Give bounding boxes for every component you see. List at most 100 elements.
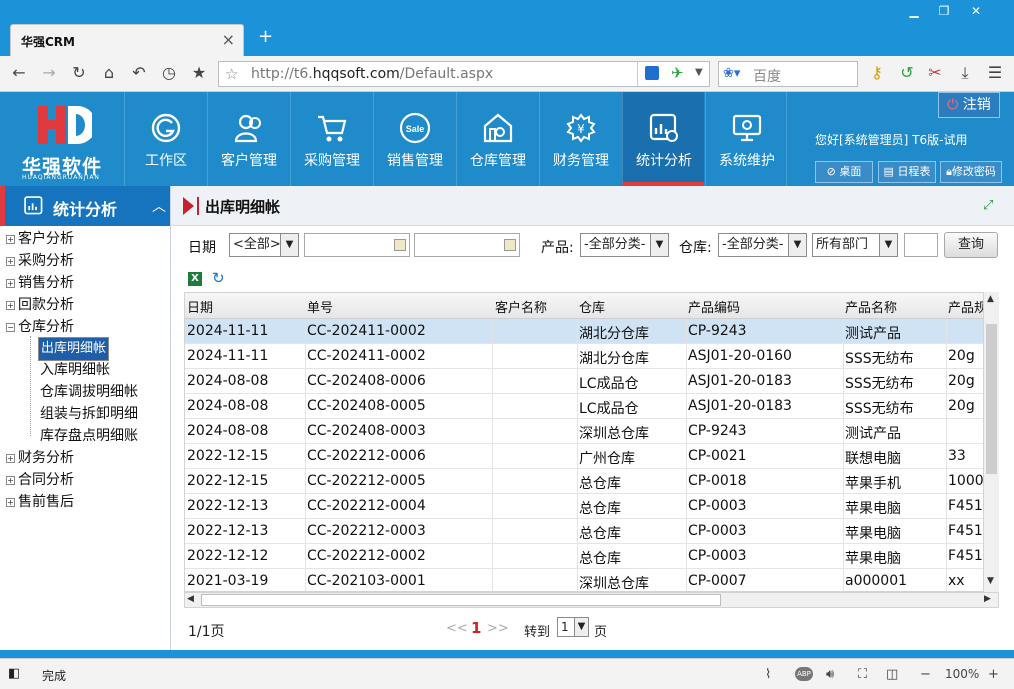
table-row[interactable]: 2024-08-08 CC-202408-0003 深圳总仓库 CP-9243 测试产品	[185, 419, 997, 444]
close-window-icon[interactable]: ✕	[962, 4, 990, 20]
new-tab-button[interactable]: +	[258, 26, 273, 47]
fullscreen-icon[interactable]: ⛶	[858, 667, 867, 682]
sidebar-item-assembly-detail[interactable]: 组装与拆卸明细	[40, 403, 138, 423]
sidebar-item-transfer-detail[interactable]: 仓库调拔明细帐	[40, 381, 138, 401]
nav-customers[interactable]: 客户管理	[207, 92, 289, 186]
table-row[interactable]: 2024-08-08 CC-202408-0006 LC成品仓 ASJ01-20-01…	[185, 369, 997, 394]
sidebar-header[interactable]: 统计分析 ︿	[0, 186, 170, 226]
table-row[interactable]: 2022-12-13 CC-202212-0003 总仓库 CP-0003 苹果电脑 F4…	[185, 519, 997, 544]
key-icon[interactable]: ⚷	[866, 62, 888, 84]
table-row[interactable]: 2022-12-12 CC-202212-0002 总仓库 CP-0003 苹果电脑 F4…	[185, 544, 997, 569]
keyword-input[interactable]	[904, 233, 938, 257]
horizontal-scrollbar[interactable]: ◀ ▶	[184, 592, 999, 608]
volume-icon[interactable]: 🔊︎	[826, 667, 834, 682]
sidebar-item-presales-aftersales[interactable]: + 售前售后	[6, 491, 74, 511]
start-date-input[interactable]	[304, 233, 410, 257]
fullscreen-icon[interactable]: ⤢	[983, 198, 993, 213]
nav-finance[interactable]: ¥ 财务管理	[539, 92, 621, 186]
table-row[interactable]: 2024-11-11 CC-202411-0002 湖北分仓库 ASJ01-20-01…	[185, 344, 997, 369]
sidebar-item-outbound-detail[interactable]: 出库明细帐	[38, 337, 110, 361]
undo-close-icon[interactable]: ↶	[128, 62, 150, 84]
hscroll-thumb[interactable]	[201, 594, 721, 606]
expand-icon[interactable]: +	[6, 301, 15, 310]
table-row[interactable]: 2022-12-15 CC-202212-0005 总仓库 CP-0018 苹果手机 10…	[185, 469, 997, 494]
browser-tab[interactable]: 华强CRM ×	[10, 24, 244, 56]
pulse-icon[interactable]: ⌇	[765, 667, 771, 682]
scroll-up-icon[interactable]: ▲	[987, 294, 994, 304]
column-header[interactable]: 单号	[307, 297, 333, 316]
address-dropdown-icon[interactable]: ▼	[695, 67, 703, 78]
favorite-star-icon[interactable]: ☆	[225, 65, 238, 83]
sidebar-item-purchase-analysis[interactable]: + 采购分析	[6, 250, 74, 270]
end-date-input[interactable]	[414, 233, 520, 257]
sidebar-item-stocktake-detail[interactable]: 库存盘点明细账	[40, 425, 138, 445]
extension-icon[interactable]: ✈	[671, 64, 684, 82]
back-icon[interactable]: ←	[8, 62, 30, 84]
nav-warehouse[interactable]: 仓库管理	[456, 92, 538, 186]
logout-button[interactable]: ⏻ 注销	[938, 92, 1000, 118]
adblock-icon[interactable]: ABP	[795, 667, 813, 681]
change-password-button[interactable]: 🔒︎修改密码	[940, 161, 1002, 183]
goto-page-select[interactable]: 1 ▼	[557, 617, 589, 637]
sidebar-item-contract-analysis[interactable]: + 合同分析	[6, 469, 74, 489]
restore-icon[interactable]: ❐	[930, 4, 958, 20]
calendar-icon[interactable]	[504, 239, 516, 251]
nav-purchasing[interactable]: 采购管理	[290, 92, 372, 186]
scroll-down-icon[interactable]: ▼	[987, 576, 994, 586]
nav-statistics[interactable]: 统计分析	[622, 92, 704, 186]
zoom-in-icon[interactable]: +	[988, 667, 999, 682]
reload-icon[interactable]: ↻	[68, 62, 90, 84]
scroll-right-icon[interactable]: ▶	[984, 594, 991, 604]
address-bar[interactable]: ☆ http://t6.hqqsoft.com/Default.aspx ✈ ▼	[218, 61, 710, 87]
baidu-paw-icon[interactable]: ❀▾	[723, 66, 740, 81]
column-header[interactable]: 产品名称	[845, 297, 897, 316]
next-page-link[interactable]: >>	[487, 621, 509, 636]
table-row[interactable]: 2024-08-08 CC-202408-0005 LC成品仓 ASJ01-20-01…	[185, 394, 997, 419]
schedule-button[interactable]: ▤ 日程表	[878, 161, 936, 183]
expand-icon[interactable]: +	[6, 498, 15, 507]
minimize-icon[interactable]: ▁	[900, 4, 928, 20]
sidebar-item-customer-analysis[interactable]: + 客户分析	[6, 228, 74, 248]
column-header[interactable]: 仓库	[579, 297, 605, 316]
menu-icon[interactable]: ☰	[984, 62, 1006, 84]
chevron-up-icon[interactable]: ︿	[152, 196, 166, 216]
download-icon[interactable]: ⤓	[954, 62, 976, 84]
history-icon[interactable]: ◷	[158, 62, 180, 84]
calendar-icon[interactable]	[394, 239, 406, 251]
vertical-scrollbar[interactable]: ▲ ▼	[983, 292, 999, 592]
table-row[interactable]: 2021-03-19 CC-202103-0001 深圳总仓库 CP-0007 a000…	[185, 569, 997, 591]
refresh-green-icon[interactable]: ↺	[896, 62, 918, 84]
scroll-left-icon[interactable]: ◀	[187, 594, 194, 604]
table-row[interactable]: 2022-12-13 CC-202212-0004 总仓库 CP-0003 苹果电脑 F4…	[185, 494, 997, 519]
sidebar-toggle-icon[interactable]: ◧	[8, 666, 20, 681]
nav-sales[interactable]: Sale 销售管理	[373, 92, 455, 186]
sidebar-item-sales-analysis[interactable]: + 销售分析	[6, 272, 74, 292]
table-row[interactable]: 2022-12-15 CC-202212-0006 广州仓库 CP-0021 联想电脑 3…	[185, 444, 997, 469]
sidebar-item-payment-analysis[interactable]: + 回款分析	[6, 294, 74, 314]
forward-icon[interactable]: →	[38, 62, 60, 84]
search-box[interactable]: ❀▾ 百度	[718, 61, 858, 87]
column-header[interactable]: 日期	[187, 297, 213, 316]
query-button[interactable]: 查询	[944, 232, 998, 258]
sidebar-item-inbound-detail[interactable]: 入库明细帐	[40, 359, 110, 379]
expand-icon[interactable]: +	[6, 476, 15, 485]
refresh-icon[interactable]: ↻	[212, 269, 225, 287]
product-category-select[interactable]: -全部分类- ▼	[580, 233, 669, 257]
tab-close-icon[interactable]: ×	[222, 30, 235, 49]
column-header[interactable]: 客户名称	[495, 297, 547, 316]
column-header[interactable]: 产品编码	[688, 297, 740, 316]
date-range-select[interactable]: <全部> ▼	[229, 233, 299, 257]
nav-workspace[interactable]: 工作区	[124, 92, 206, 186]
collapse-icon[interactable]: −	[6, 323, 15, 332]
translate-icon[interactable]	[645, 66, 659, 80]
warehouse-category-select[interactable]: -全部分类- ▼	[718, 233, 807, 257]
department-select[interactable]: 所有部门 ▼	[812, 233, 898, 257]
current-page[interactable]: 1	[471, 619, 481, 637]
desktop-button[interactable]: ⊘ 桌面	[815, 161, 873, 183]
expand-icon[interactable]: +	[6, 454, 15, 463]
nav-system[interactable]: 系统维护	[705, 92, 787, 186]
table-row[interactable]: 2024-11-11 CC-202411-0002 湖北分仓库 CP-9243 测试产品	[185, 319, 997, 344]
excel-export-icon[interactable]: X	[188, 272, 202, 286]
sidebar-item-finance-analysis[interactable]: + 财务分析	[6, 447, 74, 467]
prev-page-link[interactable]: <<	[446, 621, 468, 636]
